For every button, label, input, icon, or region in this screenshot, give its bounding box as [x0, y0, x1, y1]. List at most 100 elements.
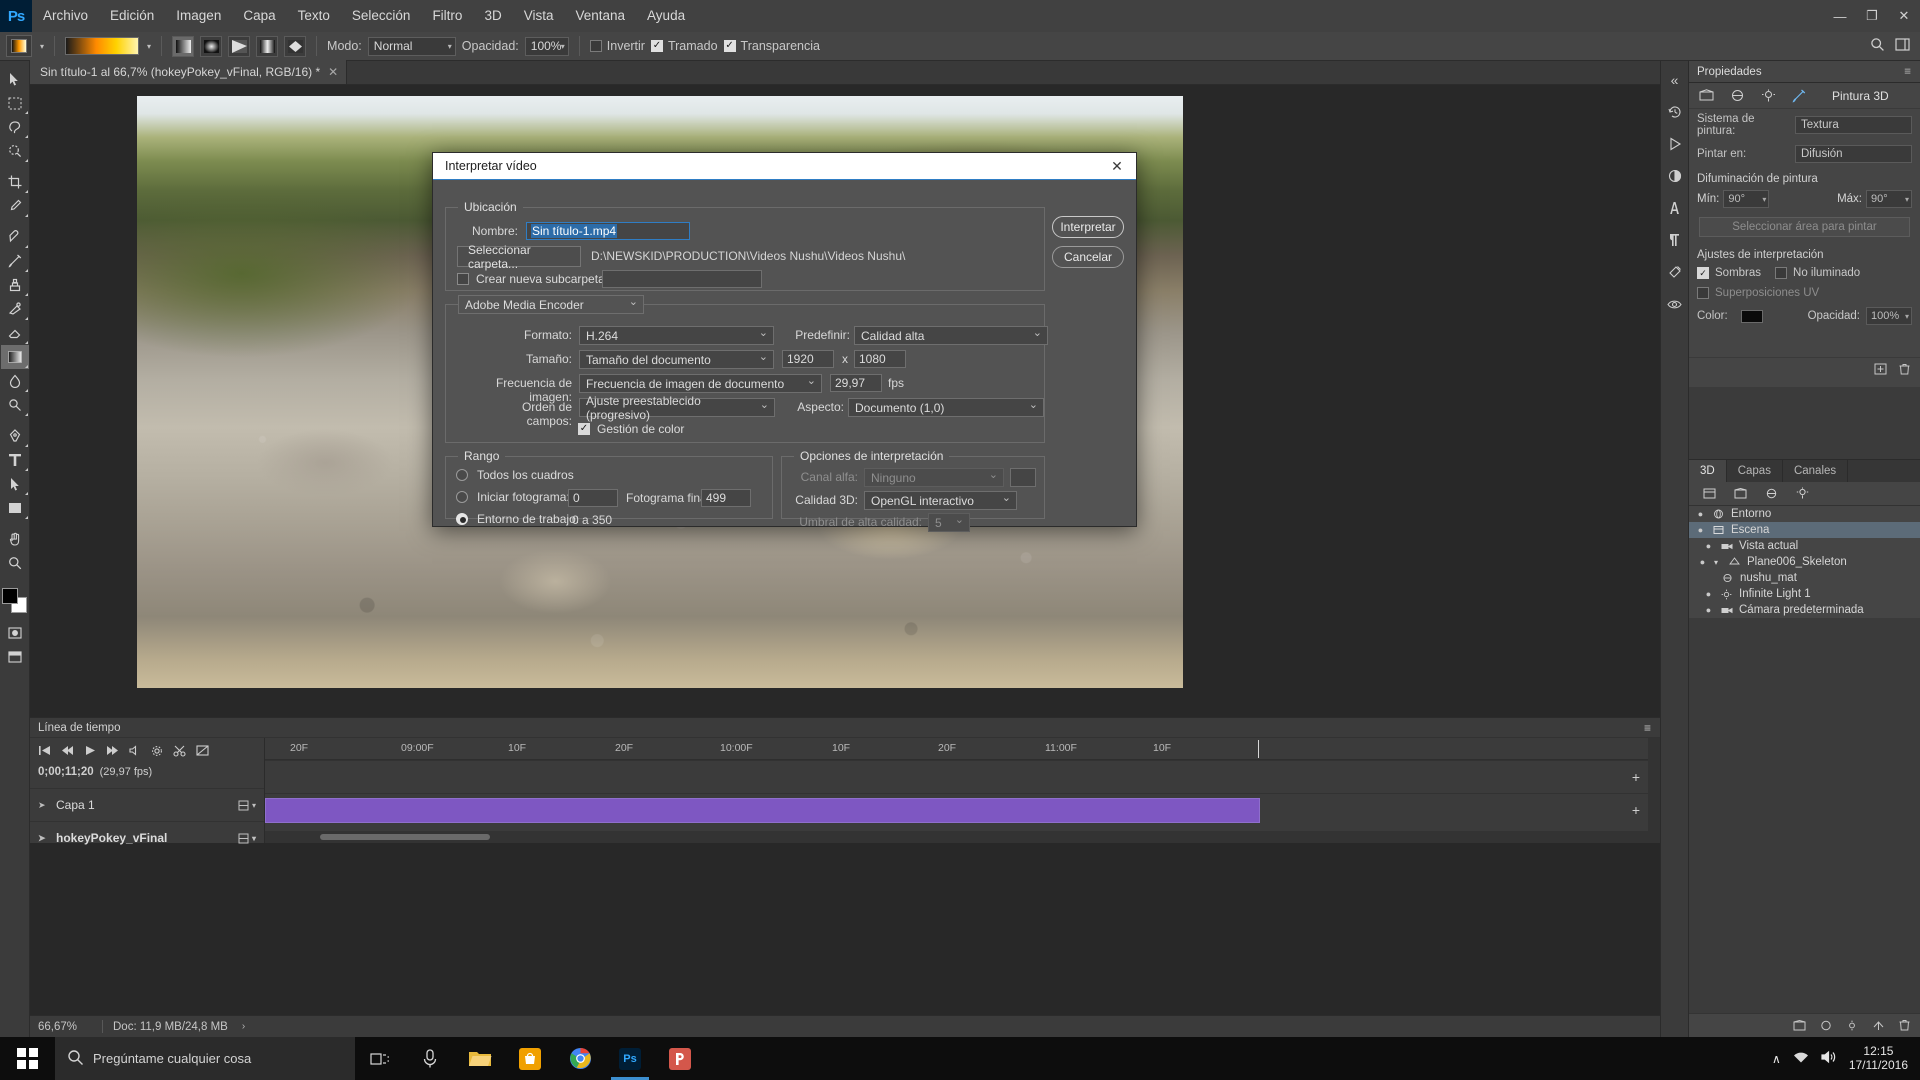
menu-texto[interactable]: Texto [287, 0, 341, 32]
transition-icon[interactable] [196, 745, 209, 759]
timeline-row-capa1[interactable]: + [265, 760, 1660, 793]
timeline-ruler[interactable]: 20F 09:00F 10F 20F 10:00F 10F 20F 11:00F… [265, 738, 1660, 760]
status-expand-icon[interactable]: › [242, 1021, 245, 1032]
max-input[interactable]: 90° [1866, 190, 1912, 208]
video-clip[interactable] [265, 798, 1260, 823]
tool-screen-mode[interactable] [1, 645, 29, 669]
list-item[interactable]: nushu_mat [1689, 570, 1920, 586]
framerate-input[interactable]: 29,97 [830, 374, 882, 392]
chevron-down-icon[interactable]: ▾ [1714, 558, 1722, 567]
tool-clone-stamp[interactable] [1, 273, 29, 297]
dither-checkbox[interactable]: Tramado [650, 39, 718, 53]
menu-capa[interactable]: Capa [232, 0, 286, 32]
close-button[interactable]: ✕ [1888, 0, 1920, 32]
delete-icon[interactable] [1899, 362, 1910, 378]
split-clip-icon[interactable] [173, 745, 186, 760]
start-frame-input[interactable]: 0 [568, 489, 618, 507]
start-frame-radio[interactable] [456, 491, 468, 503]
color-management-checkbox[interactable]: Gestión de color [578, 422, 684, 436]
gradient-tool-preset[interactable] [6, 35, 32, 57]
3d-light-icon[interactable] [1761, 89, 1776, 102]
tool-eraser[interactable] [1, 321, 29, 345]
tool-quick-selection[interactable] [1, 139, 29, 163]
all-frames-radio[interactable] [456, 469, 468, 481]
add-mesh-icon[interactable] [1793, 1018, 1806, 1034]
new-subfolder-checkbox-box[interactable] [457, 273, 469, 285]
menu-imagen[interactable]: Imagen [165, 0, 232, 32]
transparency-checkbox[interactable]: Transparencia [723, 39, 820, 53]
eye-icon[interactable]: ● [1697, 557, 1708, 567]
chevron-right-icon[interactable]: ➤ [38, 833, 48, 844]
unlit-checkbox[interactable]: No iluminado [1775, 267, 1860, 279]
work-area-radio-row[interactable]: Entorno de trabajo: [456, 512, 579, 526]
all-frames-radio-row[interactable]: Todos los cuadros [456, 468, 574, 482]
framerate-select[interactable]: Frecuencia de imagen de documento [579, 374, 822, 393]
previous-frame-icon[interactable] [61, 745, 74, 759]
tool-hand[interactable] [1, 527, 29, 551]
taskbar-clock[interactable]: 12:15 17/11/2016 [1849, 1044, 1908, 1073]
blend-mode-select[interactable]: Normal [367, 36, 456, 56]
list-item[interactable]: ● ▾ Plane006_Skeleton [1689, 554, 1920, 570]
transparency-checkbox-box[interactable] [723, 40, 736, 52]
paint-on-select[interactable]: Difusión [1795, 145, 1912, 163]
zoom-level[interactable]: 66,67% [30, 1021, 102, 1033]
shadows-checkbox-box[interactable] [1697, 267, 1709, 279]
list-item[interactable]: ● Cámara predeterminada [1689, 602, 1920, 618]
taskbar-app-store[interactable] [505, 1037, 555, 1080]
paint-system-select[interactable]: Textura [1795, 116, 1912, 134]
actions-icon[interactable] [1663, 133, 1687, 155]
color-swatches[interactable] [1, 588, 28, 614]
tool-dodge[interactable] [1, 393, 29, 417]
gradient-chevron-down-icon[interactable]: ▾ [147, 42, 151, 51]
cancelar-button[interactable]: Cancelar [1052, 246, 1124, 268]
start-frame-radio-row[interactable]: Iniciar fotograma: [456, 490, 570, 504]
workspace-icon[interactable] [1895, 38, 1910, 54]
track-options-icon[interactable]: ▾ [238, 800, 256, 811]
tool-gradient[interactable] [0, 345, 29, 369]
invert-checkbox-box[interactable] [589, 40, 602, 52]
filename-input[interactable]: Sin título-1.mp4 [526, 222, 690, 240]
angle-gradient-button[interactable] [228, 35, 251, 57]
tool-brush[interactable] [1, 249, 29, 273]
tab-3d[interactable]: 3D [1689, 460, 1727, 482]
add-media-icon[interactable]: + [1632, 769, 1640, 785]
delete-3d-icon[interactable] [1899, 1018, 1910, 1034]
field-order-select[interactable]: Ajuste preestablecido (progresivo) [579, 394, 775, 422]
scrollbar-thumb[interactable] [320, 834, 490, 840]
properties-tab-label[interactable]: Propiedades [1697, 66, 1762, 78]
timeline-vertical-scrollbar[interactable] [1648, 738, 1660, 843]
eye-icon[interactable]: ● [1695, 525, 1706, 535]
end-frame-input[interactable]: 499 [701, 489, 751, 507]
invert-checkbox[interactable]: Invertir [589, 39, 645, 53]
eye-icon[interactable]: ● [1695, 509, 1706, 519]
add-media-icon[interactable]: + [1632, 802, 1640, 818]
tool-blur[interactable] [1, 369, 29, 393]
minimize-button[interactable]: — [1824, 0, 1856, 32]
preset-select[interactable]: Calidad alta [854, 326, 1048, 345]
taskbar-app-chrome[interactable] [555, 1037, 605, 1080]
search-icon[interactable] [1870, 37, 1885, 55]
quality-3d-select[interactable]: OpenGL interactivo [864, 491, 1017, 510]
start-button[interactable] [0, 1037, 55, 1080]
new-subfolder-checkbox[interactable]: Crear nueva subcarpeta: [457, 272, 608, 286]
go-to-start-icon[interactable] [38, 745, 51, 759]
panel-menu-icon[interactable]: ≡ [1644, 721, 1652, 735]
history-icon[interactable] [1663, 101, 1687, 123]
character-icon[interactable] [1663, 197, 1687, 219]
tool-zoom[interactable] [1, 551, 29, 575]
width-input[interactable]: 1920 [782, 350, 834, 368]
radial-gradient-button[interactable] [200, 35, 223, 57]
maximize-button[interactable]: ❐ [1856, 0, 1888, 32]
tool-quick-mask[interactable] [1, 621, 29, 645]
work-area-radio[interactable] [456, 513, 468, 525]
menu-ayuda[interactable]: Ayuda [636, 0, 696, 32]
list-item[interactable]: ● Escena [1689, 522, 1920, 538]
settings-gear-icon[interactable] [151, 745, 163, 760]
uv-opacity-input[interactable]: 100% [1866, 307, 1912, 325]
taskbar-app-file-explorer[interactable] [455, 1037, 505, 1080]
tab-canales[interactable]: Canales [1782, 460, 1849, 482]
menu-archivo[interactable]: Archivo [32, 0, 99, 32]
timeline-current-time[interactable]: 0;00;11;20 (29,97 fps) [30, 766, 264, 788]
tool-spot-healing[interactable] [1, 225, 29, 249]
encoder-engine-select[interactable]: Adobe Media Encoder [458, 295, 644, 314]
